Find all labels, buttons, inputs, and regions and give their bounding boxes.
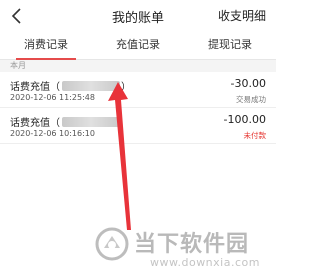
record-name: 话费充值（ <box>10 82 60 93</box>
phone-number-redacted <box>62 117 120 127</box>
month-section-label: 本月 <box>0 60 276 72</box>
tab-consumption-records[interactable]: 消费记录 <box>0 32 92 60</box>
record-tabs: 消费记录 充值记录 提现记录 <box>0 32 276 60</box>
chevron-left-icon <box>11 8 21 24</box>
record-amount: -100.00 <box>223 113 266 126</box>
record-status: 未付款 <box>243 131 267 140</box>
watermark-logo-icon <box>95 227 129 261</box>
watermark: 当下软件园 www.downxia.com <box>94 226 270 274</box>
record-status: 交易成功 <box>236 95 266 104</box>
record-time: 2020-12-06 10:16:10 <box>10 129 95 138</box>
app-header: 我的账单 收支明细 <box>0 0 276 32</box>
record-time: 2020-12-06 11:25:48 <box>10 93 95 102</box>
income-expense-detail-link[interactable]: 收支明细 <box>218 7 266 24</box>
tab-withdrawal-records[interactable]: 提现记录 <box>184 32 276 59</box>
bill-record[interactable]: 话费充值（ ） 2020-12-06 11:25:48 -30.00 交易成功 <box>0 72 276 108</box>
record-amount: -30.00 <box>230 77 266 90</box>
watermark-url: www.downxia.com <box>150 256 260 269</box>
phone-number-redacted <box>62 81 120 91</box>
bill-record[interactable]: 话费充值（ 2020-12-06 10:16:10 -100.00 未付款 <box>0 108 276 144</box>
record-close-paren: ） <box>121 82 131 93</box>
back-button[interactable] <box>6 4 28 28</box>
record-title: 话费充值（ <box>10 114 120 129</box>
record-name: 话费充值（ <box>10 118 60 129</box>
watermark-name: 当下软件园 <box>134 232 250 257</box>
tab-recharge-records[interactable]: 充值记录 <box>92 32 184 59</box>
record-title: 话费充值（ ） <box>10 78 131 93</box>
